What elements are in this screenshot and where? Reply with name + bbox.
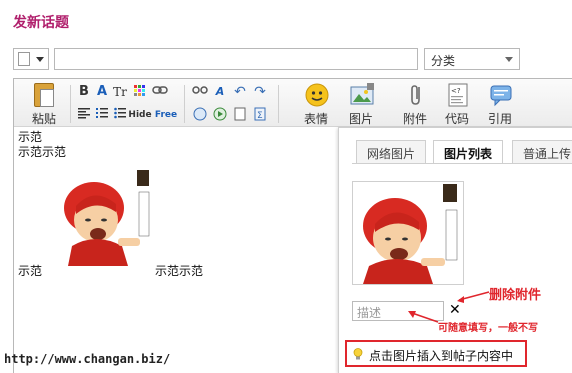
paper-icon	[40, 89, 54, 107]
lightbulb-icon	[353, 348, 363, 360]
document-icon	[18, 52, 30, 66]
font-size-icon[interactable]: Tr	[112, 84, 128, 100]
image-icon	[350, 83, 374, 107]
tab-web-image[interactable]: 网络图片	[356, 140, 427, 164]
content-text-after: 示范示范	[155, 264, 204, 278]
watermark-url: http://www.changan.biz/	[4, 352, 171, 366]
tab-underline	[352, 163, 572, 164]
paste-label: 粘贴	[31, 112, 56, 126]
post-type-select[interactable]	[13, 48, 49, 70]
svg-text:<?: <?	[451, 87, 461, 95]
page-title: 发新话题	[13, 15, 69, 31]
delete-icon[interactable]: ✕	[449, 302, 461, 318]
toolbar-divider	[70, 85, 71, 123]
delete-attachment-annotation: 删除附件	[489, 288, 542, 303]
subject-input[interactable]	[54, 48, 418, 70]
image-button[interactable]: 图片	[343, 83, 379, 126]
quote-label: 引用	[487, 112, 512, 126]
code-icon: <?	[446, 83, 470, 107]
attachment-thumbnail[interactable]	[352, 181, 464, 285]
free-icon[interactable]: Free	[154, 107, 178, 123]
svg-text:Σ: Σ	[257, 111, 263, 121]
unlink-icon[interactable]	[192, 84, 208, 100]
chevron-down-icon	[36, 57, 44, 62]
insert-hint-box: 点击图片插入到帖子内容中	[345, 340, 527, 367]
category-select[interactable]: 分类	[424, 48, 520, 70]
image-label: 图片	[348, 112, 373, 126]
tab-normal-upload[interactable]: 普通上传	[512, 140, 572, 164]
quote-icon	[489, 83, 513, 107]
insert-image-icon[interactable]	[192, 107, 208, 123]
category-select-value: 分类	[431, 54, 456, 68]
arrow-annotation-icon	[408, 311, 439, 323]
attachment-label: 附件	[402, 112, 427, 126]
undo-icon[interactable]: ↶	[232, 84, 248, 100]
insert-media-icon[interactable]	[212, 107, 228, 123]
page-icon[interactable]	[232, 107, 248, 123]
content-line: 示范	[18, 130, 43, 144]
insert-hint-text: 点击图片插入到帖子内容中	[369, 349, 514, 363]
emoticon-label: 表情	[303, 112, 328, 126]
formula-icon[interactable]: Σ	[252, 107, 268, 123]
code-label: 代码	[444, 112, 469, 126]
quote-button[interactable]: 引用	[482, 83, 518, 126]
bold-icon[interactable]: B	[76, 84, 92, 100]
tab-image-list[interactable]: 图片列表	[433, 140, 504, 164]
font-color-icon[interactable]: A	[94, 84, 110, 100]
clear-format-icon[interactable]: A	[212, 84, 228, 100]
align-left-icon[interactable]	[76, 107, 92, 123]
content-text-before: 示范	[18, 264, 43, 278]
smiley-icon	[305, 83, 329, 107]
arrow-annotation-icon	[457, 291, 490, 303]
unordered-list-icon[interactable]	[112, 107, 128, 123]
toolbar-divider	[278, 85, 279, 123]
paste-button[interactable]: 粘贴	[26, 83, 62, 126]
hide-icon[interactable]: Hide	[128, 107, 152, 123]
code-button[interactable]: <? 代码	[439, 83, 475, 126]
content-line: 示范示范	[18, 145, 67, 159]
link-icon[interactable]	[152, 84, 168, 100]
editor-content[interactable]: 示范 示范示范	[18, 130, 66, 160]
ordered-list-icon[interactable]	[94, 107, 110, 123]
embedded-cartoon-image[interactable]	[58, 166, 154, 266]
chevron-down-icon	[505, 57, 513, 62]
emoticon-button[interactable]: 表情	[298, 83, 334, 126]
paperclip-icon	[404, 83, 428, 107]
description-note-annotation: 可随意填写，一般不写	[438, 323, 538, 334]
color-grid-icon[interactable]	[132, 84, 148, 100]
attachment-button[interactable]: 附件	[397, 83, 433, 126]
toolbar-divider	[184, 85, 185, 123]
content-line-with-image: 示范 示范示范	[18, 262, 203, 279]
redo-icon[interactable]: ↷	[252, 84, 268, 100]
editor-toolbar: 粘贴 B A Tr Hide Free A ↶ ↷ Σ 表情 图片 附件 <? …	[14, 79, 572, 127]
